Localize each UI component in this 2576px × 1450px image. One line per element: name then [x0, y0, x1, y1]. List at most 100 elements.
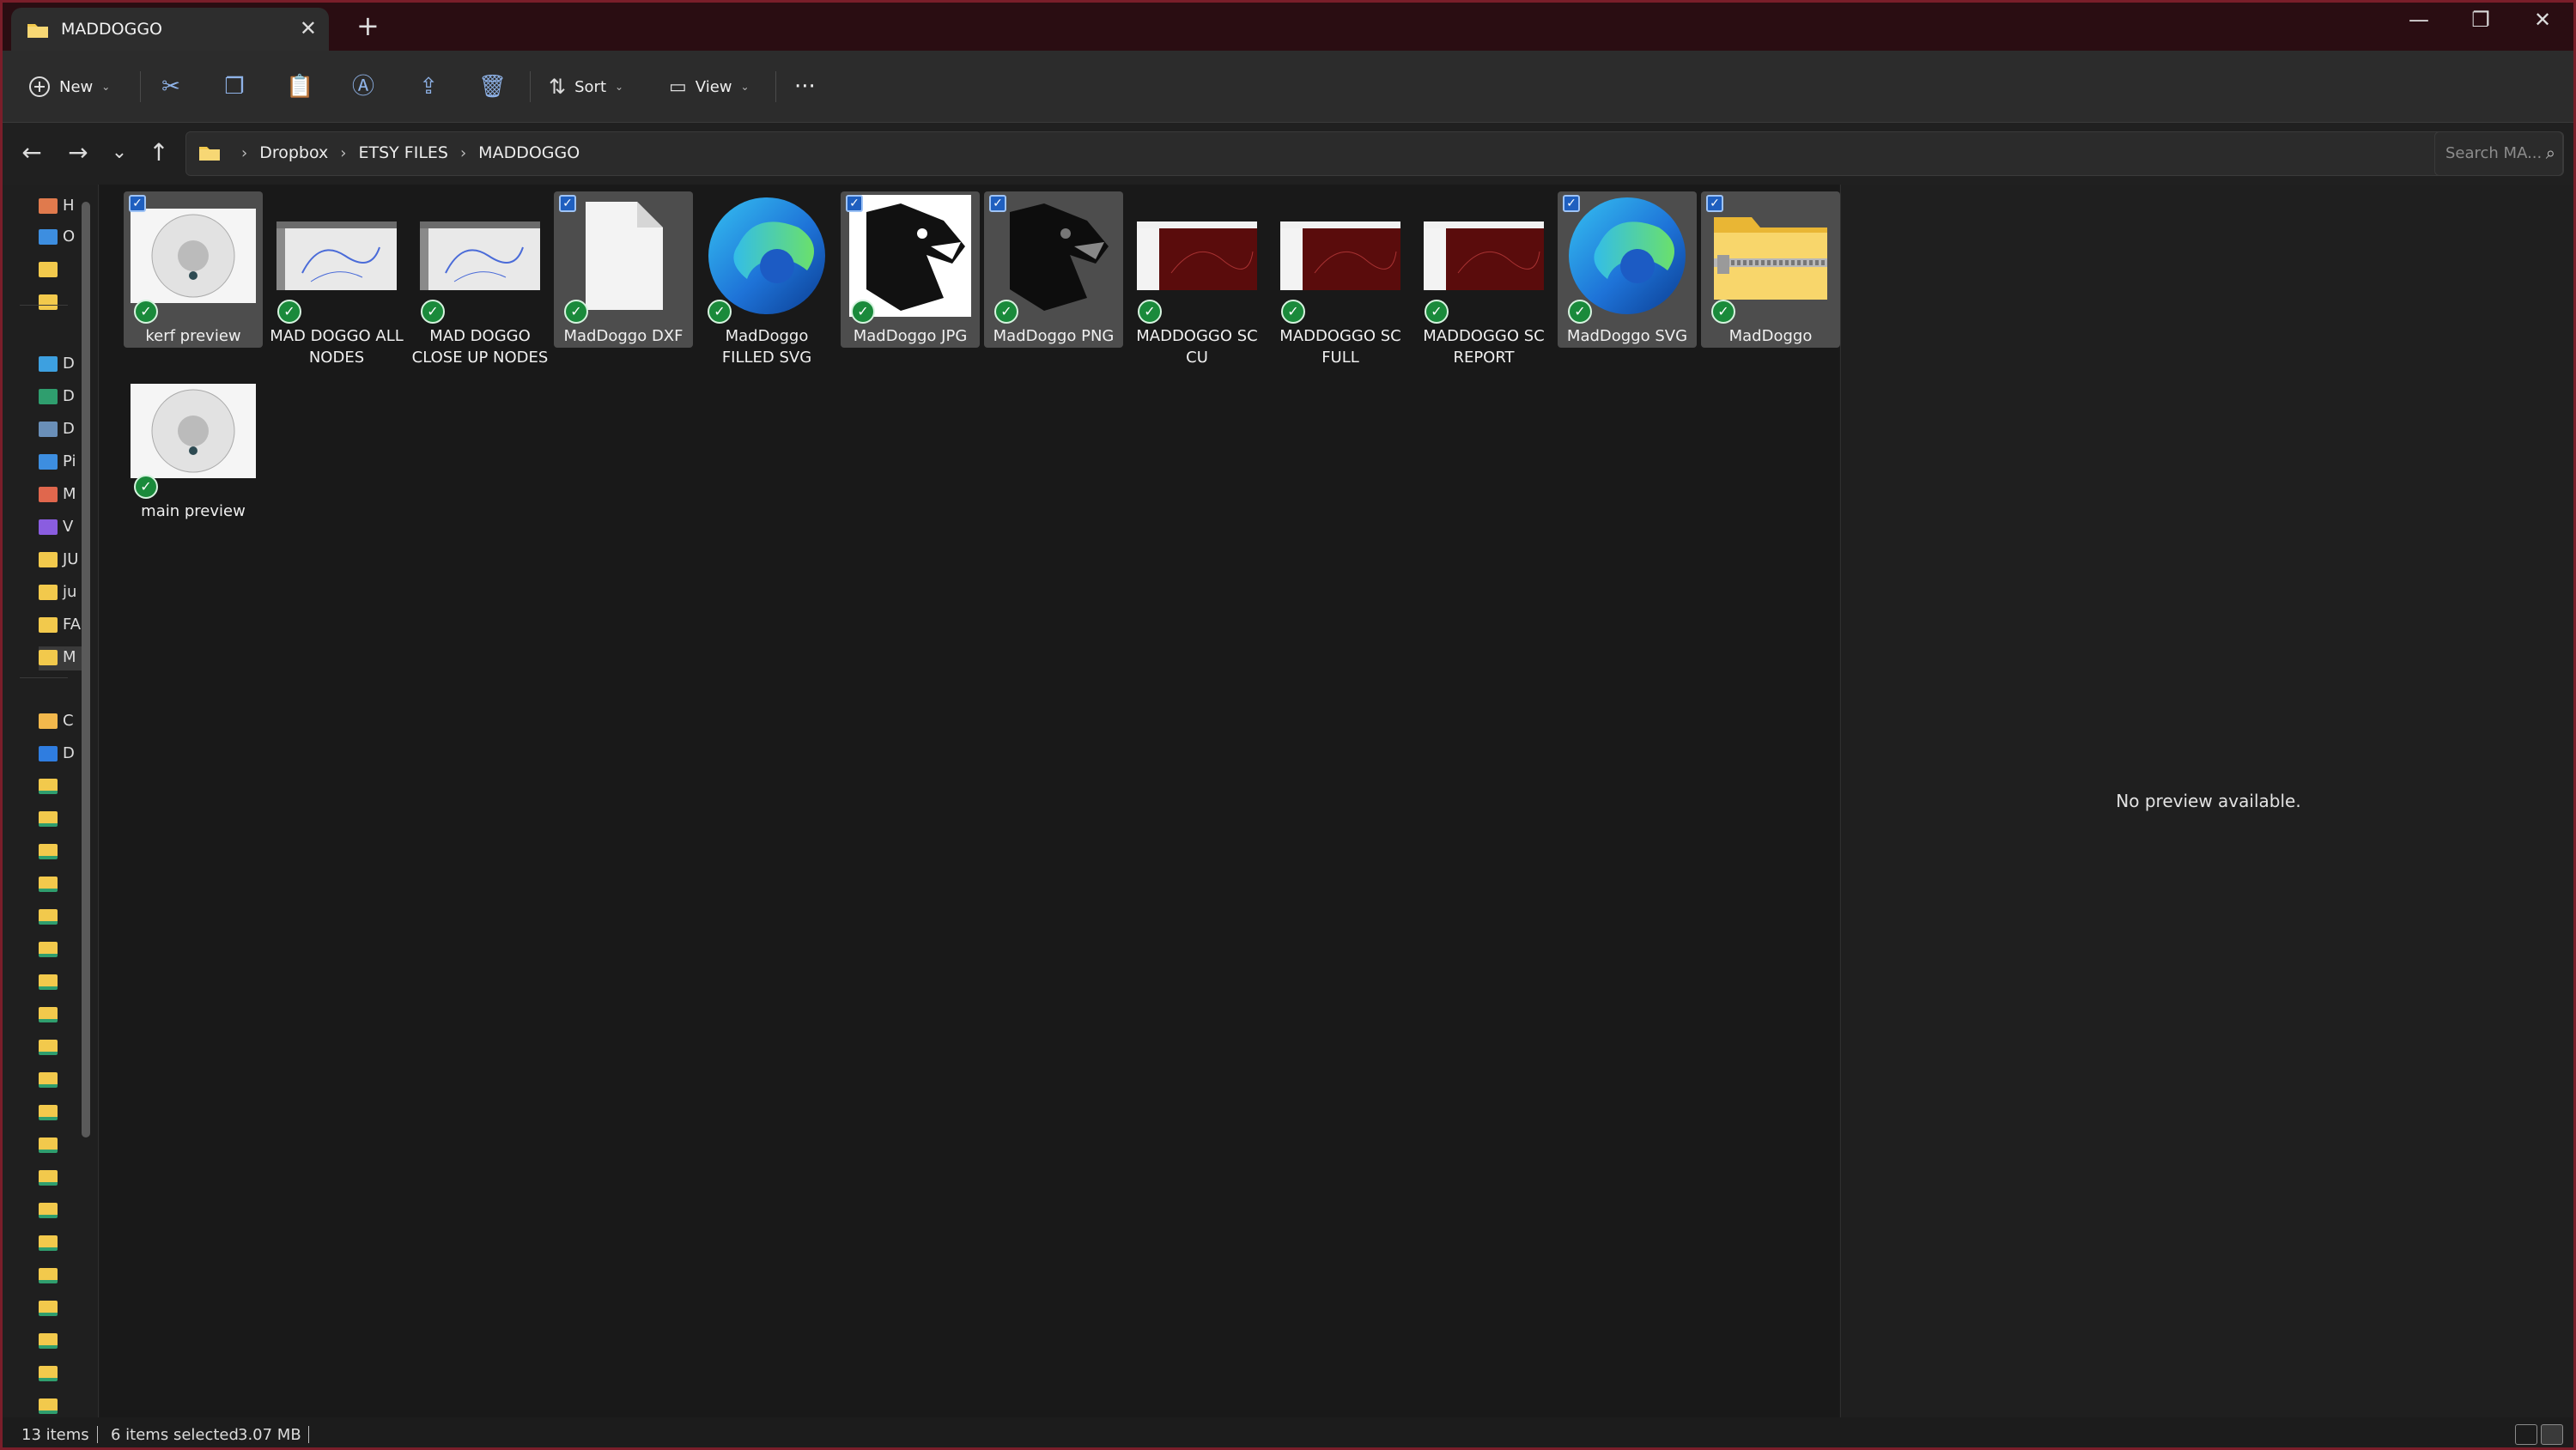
view-button[interactable]: ▭ View ⌄	[669, 70, 750, 104]
selection-checkbox[interactable]: ✓	[1706, 195, 1723, 212]
file-item[interactable]: ✓ ✓ kerf preview	[124, 191, 263, 348]
file-item[interactable]: ✓ MADDOGGO SC REPORT	[1414, 191, 1553, 367]
file-name: MAD DOGGO ALL NODES	[270, 327, 404, 367]
sidebar-item[interactable]	[39, 258, 82, 282]
selection-checkbox[interactable]: ✓	[129, 195, 146, 212]
breadcrumb-dropbox[interactable]: Dropbox	[259, 143, 328, 162]
sidebar-folder-item[interactable]	[39, 1134, 82, 1158]
sidebar-folder-item[interactable]	[39, 1330, 82, 1354]
sidebar-item[interactable]: D	[39, 743, 82, 767]
tab-title: MADDOGGO	[61, 20, 163, 39]
close-button[interactable]: ✕	[2524, 8, 2561, 32]
copy-icon[interactable]: ❐	[221, 73, 248, 100]
sidebar-scrollbar[interactable]	[82, 202, 90, 1138]
synced-folder-icon	[39, 1333, 58, 1349]
file-item[interactable]: ✓ ✓ MadDoggo	[1701, 191, 1840, 348]
sidebar-item[interactable]: JU	[39, 549, 82, 573]
sidebar-folder-item[interactable]	[39, 1232, 82, 1256]
sidebar-item-label: FA	[63, 616, 82, 634]
file-item[interactable]: ✓ MADDOGGO SC CU	[1127, 191, 1267, 367]
sidebar-item-label: M	[63, 485, 76, 503]
address-bar[interactable]: › Dropbox › ETSY FILES › MADDOGGO ⌄ ↻	[185, 131, 2564, 176]
onedrive-icon	[39, 229, 58, 245]
file-item[interactable]: ✓ ✓ MadDoggo DXF	[554, 191, 693, 348]
sidebar-item[interactable]: C	[39, 710, 82, 734]
sidebar-folder-item[interactable]	[39, 1004, 82, 1028]
minimize-button[interactable]: —	[2400, 8, 2438, 32]
sort-button[interactable]: ⇅ Sort ⌄	[549, 70, 623, 104]
back-arrow-icon[interactable]: ←	[16, 138, 47, 167]
file-item[interactable]: ✓ MadDoggo FILLED SVG	[697, 191, 836, 367]
file-item[interactable]: ✓ main preview	[124, 367, 263, 523]
sidebar-item[interactable]	[39, 291, 82, 315]
file-item[interactable]: ✓ MAD DOGGO CLOSE UP NODES	[410, 191, 550, 367]
synced-checkmark-icon: ✓	[1568, 300, 1592, 324]
sidebar-item[interactable]: FA	[39, 614, 82, 638]
sidebar-folder-item[interactable]	[39, 906, 82, 930]
sidebar-folder-item[interactable]	[39, 1101, 82, 1125]
cut-icon[interactable]: ✂	[157, 73, 185, 100]
sidebar-folder-item[interactable]	[39, 971, 82, 995]
search-box[interactable]: Search MA... ⌕	[2434, 131, 2563, 176]
large-icons-view-icon[interactable]	[2541, 1424, 2563, 1445]
details-view-icon[interactable]	[2515, 1424, 2537, 1445]
forward-arrow-icon[interactable]: →	[63, 138, 94, 167]
file-item[interactable]: ✓ MADDOGGO SC FULL	[1271, 191, 1410, 367]
sidebar-folder-item[interactable]	[39, 775, 82, 799]
sidebar-folder-item[interactable]	[39, 840, 82, 865]
sidebar-folder-item[interactable]	[39, 1036, 82, 1060]
breadcrumb-etsy-files[interactable]: ETSY FILES	[358, 143, 448, 162]
sidebar-folder-item[interactable]	[39, 1069, 82, 1093]
synced-checkmark-icon: ✓	[1425, 300, 1449, 324]
file-item[interactable]: ✓ MAD DOGGO ALL NODES	[267, 191, 406, 367]
tab-close-icon[interactable]: ✕	[300, 16, 317, 40]
new-tab-button[interactable]: +	[356, 9, 380, 42]
sidebar-item[interactable]: V	[39, 516, 82, 540]
sidebar-item[interactable]: D	[39, 353, 82, 377]
sidebar-folder-item[interactable]	[39, 1395, 82, 1419]
sidebar-folder-item[interactable]	[39, 873, 82, 897]
sidebar-item[interactable]: D	[39, 385, 82, 410]
recent-locations-chevron-icon[interactable]: ⌄	[104, 142, 135, 163]
file-item[interactable]: ✓ ✓ MadDoggo SVG	[1558, 191, 1697, 348]
delete-icon[interactable]: 🗑	[478, 73, 507, 100]
rename-icon[interactable]: Ⓐ	[349, 73, 377, 100]
folder-icon	[39, 617, 58, 633]
selection-checkbox[interactable]: ✓	[559, 195, 576, 212]
breadcrumb-maddoggo[interactable]: MADDOGGO	[478, 143, 580, 162]
selection-checkbox[interactable]: ✓	[846, 195, 863, 212]
synced-folder-icon	[39, 1105, 58, 1120]
up-arrow-icon[interactable]: ↑	[143, 138, 174, 167]
more-options-button[interactable]: ···	[794, 70, 816, 104]
new-button[interactable]: New ⌄	[28, 70, 110, 104]
sidebar-folder-item[interactable]	[39, 1265, 82, 1289]
selection-checkbox[interactable]: ✓	[1563, 195, 1580, 212]
file-name: MadDoggo JPG	[853, 327, 968, 345]
share-icon[interactable]: ⇪	[415, 73, 442, 100]
sidebar-folder-item[interactable]	[39, 938, 82, 962]
sidebar-folder-item[interactable]	[39, 1167, 82, 1191]
file-item[interactable]: ✓ ✓ MadDoggo PNG	[984, 191, 1123, 348]
sidebar-folder-item[interactable]	[39, 1297, 82, 1321]
sidebar-item[interactable]: M	[39, 646, 82, 670]
chevron-down-icon: ⌄	[615, 81, 624, 93]
sidebar-item[interactable]: M	[39, 483, 82, 507]
paste-icon[interactable]: 📋	[286, 73, 313, 100]
sidebar-item[interactable]: ju	[39, 581, 82, 605]
file-thumbnail	[1708, 195, 1833, 317]
synced-checkmark-icon: ✓	[564, 300, 588, 324]
sidebar-item-label: Pi	[63, 452, 76, 470]
sidebar-item[interactable]: H	[39, 195, 82, 219]
sidebar-item[interactable]: O	[39, 226, 82, 250]
sidebar-folder-item[interactable]	[39, 808, 82, 832]
synced-folder-icon	[39, 1203, 58, 1218]
sidebar-folder-item[interactable]	[39, 1362, 82, 1386]
file-item[interactable]: ✓ ✓ MadDoggo JPG	[841, 191, 980, 348]
selection-checkbox[interactable]: ✓	[989, 195, 1006, 212]
tab-maddoggo[interactable]: MADDOGGO ✕	[11, 8, 329, 51]
restore-button[interactable]: ❐	[2462, 8, 2500, 32]
sidebar-folder-item[interactable]	[39, 1199, 82, 1223]
selected-count: 6 items selected	[111, 1426, 239, 1444]
sidebar-item[interactable]: D	[39, 418, 82, 442]
sidebar-item[interactable]: Pi	[39, 451, 82, 475]
